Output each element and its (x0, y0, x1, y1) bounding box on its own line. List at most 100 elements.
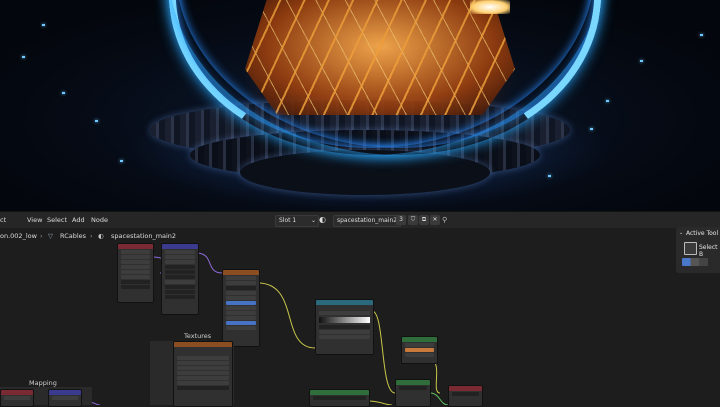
viewport-render[interactable] (0, 0, 720, 211)
menu-add[interactable]: Add (72, 212, 85, 228)
node-field (177, 381, 229, 385)
star (42, 24, 45, 26)
menu-select[interactable]: Select (47, 212, 67, 228)
mix-node[interactable] (401, 336, 438, 364)
node-field (319, 330, 370, 334)
node-socket-row (121, 250, 150, 254)
chevron-down-icon[interactable]: ⌄ (679, 230, 683, 236)
node-field (226, 326, 256, 330)
color-ramp-gradient[interactable] (319, 317, 370, 323)
sphere-material-icon[interactable]: ◐ (319, 215, 326, 225)
node-field (319, 325, 370, 329)
shield-icon[interactable]: ⛉ (408, 215, 418, 225)
node-socket-row (121, 275, 150, 279)
material-name: spacestation_main2 (337, 217, 398, 224)
node-field (226, 321, 256, 325)
star (700, 34, 703, 36)
node-field (177, 371, 229, 375)
node-field (313, 396, 366, 400)
star (120, 160, 123, 162)
color-ramp-node[interactable] (315, 299, 374, 355)
principled-bsdf-node[interactable] (395, 379, 431, 407)
breadcrumb-material: spacestation_main2 (111, 232, 177, 240)
select-box-icon[interactable] (684, 242, 697, 255)
material-name-field[interactable]: spacestation_main2 (333, 215, 401, 227)
node-socket-row (121, 285, 150, 289)
material-slot-dropdown[interactable]: Slot 1 ⌄ (275, 215, 319, 227)
star (548, 175, 551, 177)
node-header (49, 390, 81, 395)
node-field (165, 270, 195, 274)
chevron-right-icon: › (40, 232, 43, 240)
menu-select-mode[interactable]: ct (0, 212, 6, 228)
sphere-material-icon: ◐ (98, 232, 104, 240)
breadcrumb-object: on.002_low (0, 232, 37, 240)
node-field (165, 260, 195, 264)
node-field (165, 275, 195, 279)
node-field (226, 306, 256, 310)
node-field (165, 250, 195, 254)
node-header (174, 342, 232, 347)
node-field (226, 291, 256, 295)
menu-view[interactable]: View (27, 212, 42, 228)
node-header (162, 244, 198, 249)
node-field (319, 311, 370, 315)
node-color-swatch[interactable] (405, 348, 434, 352)
node-socket-row (121, 260, 150, 264)
pin-icon[interactable]: ⚲ (442, 212, 447, 228)
node-header (223, 270, 259, 275)
close-icon[interactable]: ✕ (430, 215, 440, 225)
material-output-node[interactable] (448, 385, 483, 407)
node-field (452, 392, 479, 396)
mapping-frame-label: Mapping (29, 379, 57, 387)
node-field (52, 396, 78, 400)
texture-coordinate-node[interactable] (117, 243, 154, 303)
station-core-base (240, 150, 490, 195)
image-texture-node[interactable] (222, 269, 260, 347)
node-field (177, 366, 229, 370)
star (590, 128, 593, 130)
image-texture-node-2[interactable] (173, 341, 233, 407)
menu-node[interactable]: Node (91, 212, 108, 228)
breadcrumb-mesh: RCables (60, 232, 87, 240)
node-socket-row (121, 280, 150, 284)
node-field (165, 295, 195, 299)
node-header (310, 390, 369, 395)
node-field (405, 353, 434, 357)
node-field (226, 276, 256, 280)
texture-coordinate-node-2[interactable] (0, 389, 34, 407)
star (22, 56, 25, 58)
node-field (226, 286, 256, 290)
mesh-icon: ▽ (48, 232, 53, 240)
node-field (4, 396, 30, 400)
node-field (177, 361, 229, 365)
user-count: 3 (399, 216, 403, 223)
node-canvas[interactable]: Textures Mapping (0, 243, 720, 407)
node-field (177, 376, 229, 380)
node-editor-header: ct View Select Add Node Slot 1 ⌄ ◐ space… (0, 211, 720, 228)
node-field (165, 290, 195, 294)
slot-label: Slot 1 (279, 217, 297, 224)
node-header (1, 390, 33, 395)
selection-mode-buttons[interactable] (682, 258, 708, 266)
active-tool-title: Active Tool (686, 230, 719, 237)
node-socket-row (121, 265, 150, 269)
emission-node[interactable] (309, 389, 370, 407)
mapping-node-2[interactable] (48, 389, 82, 407)
active-tool-panel: ⌄ Active Tool Select B (676, 227, 720, 273)
node-field (177, 356, 229, 360)
mapping-node[interactable] (161, 243, 199, 315)
star (95, 120, 98, 122)
star (606, 100, 609, 102)
node-header (316, 300, 373, 305)
node-field (226, 316, 256, 320)
node-field (399, 386, 427, 390)
textures-frame-label: Textures (184, 332, 212, 340)
node-field (226, 296, 256, 300)
user-count-button[interactable]: 3 (396, 215, 406, 225)
node-field (319, 335, 370, 339)
node-header (402, 337, 437, 342)
duplicate-icon[interactable]: ⧉ (419, 215, 429, 225)
node-field (165, 265, 195, 269)
shader-node-editor[interactable]: ct View Select Add Node Slot 1 ⌄ ◐ space… (0, 211, 720, 407)
